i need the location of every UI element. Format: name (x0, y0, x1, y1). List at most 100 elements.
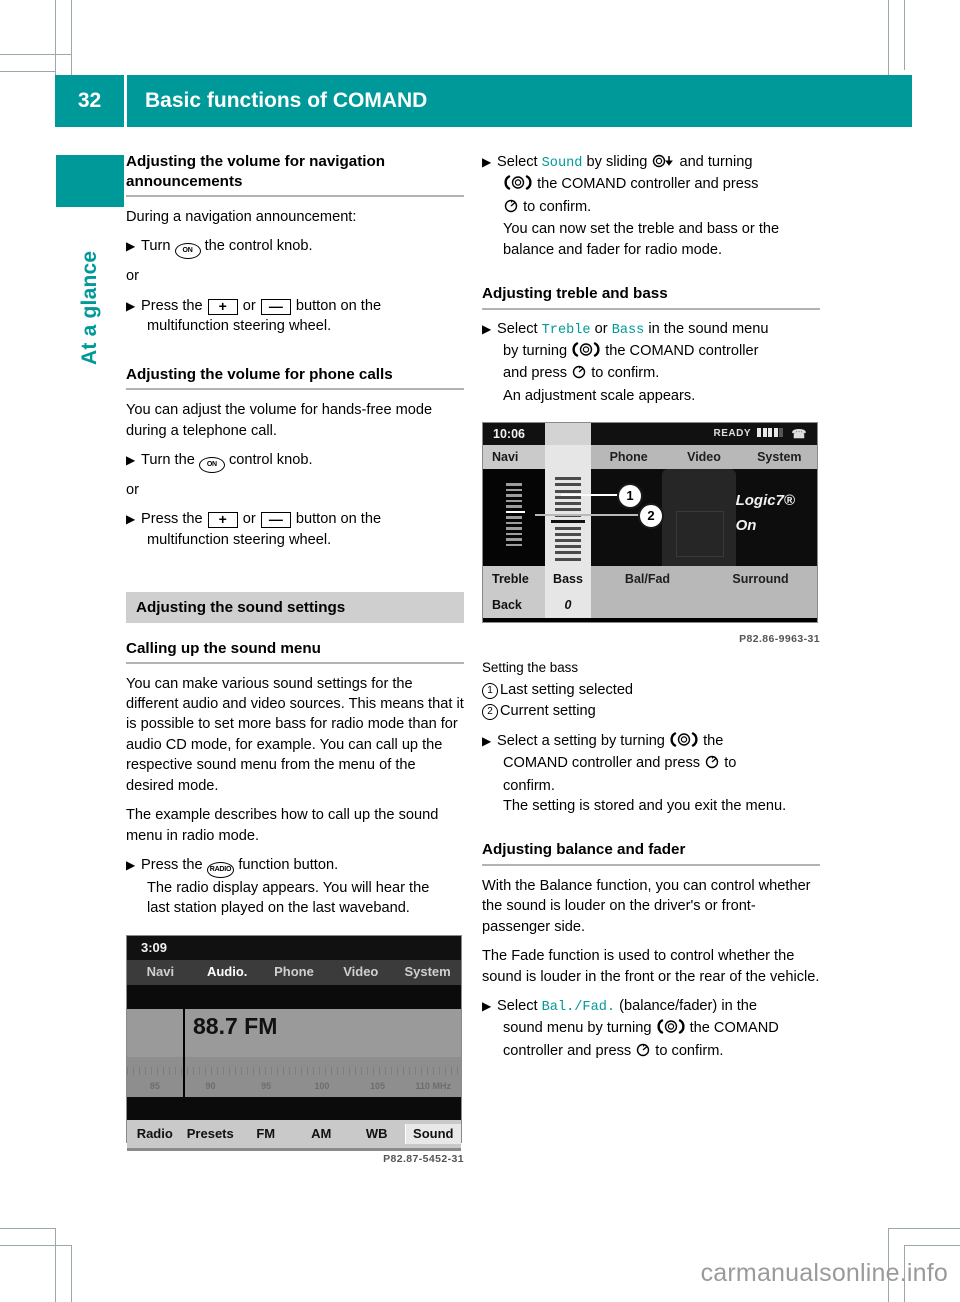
on-knob-icon: ON (198, 456, 225, 473)
step-bullet-icon: ▶ (482, 733, 492, 748)
softkey-bal-fad[interactable]: Bal/Fad (591, 569, 704, 589)
radio-softkey-fm[interactable]: FM (238, 1124, 294, 1144)
menu-term-bass: Bass (611, 322, 645, 338)
radio-frequency-band: 88.7 FM (127, 1008, 461, 1057)
radio-scale-label-3: 100 (314, 1080, 330, 1091)
step-bullet-icon: ▶ (126, 239, 136, 254)
step-turn-knob-nav: ▶ Turn ON the control knob. (126, 236, 464, 260)
radio-menu-video[interactable]: Video (327, 962, 394, 982)
chapter-tab-block (56, 155, 124, 207)
radio-softkey-am[interactable]: AM (294, 1124, 350, 1144)
step-bullet-icon: ▶ (126, 857, 136, 872)
step-line-2: sound menu by turning the COMAND (497, 1018, 820, 1040)
softkey-treble[interactable]: Treble (483, 566, 545, 593)
step-text-pre: Select a setting by turning (497, 732, 665, 749)
legend-item-1: 1 Last setting selected (482, 680, 820, 700)
step-line-2: the COMAND controller and press (497, 174, 820, 196)
sound-clock: 10:06 (483, 423, 545, 446)
page-title: Basic functions of COMAND (127, 75, 912, 127)
sound-menu-system[interactable]: System (742, 447, 817, 467)
heading-nav-volume: Adjusting the volume for navigation anno… (126, 152, 464, 197)
legend-title: Setting the bass (482, 659, 579, 675)
step-text-cont-1: The radio display appears. You will hear… (147, 879, 430, 896)
radio-button-icon: RADIO (206, 861, 235, 878)
step-line-3: and press to confirm. (497, 363, 820, 385)
softkey-surround[interactable]: Surround (704, 569, 817, 589)
treble-scale-column[interactable] (483, 469, 545, 567)
balance-paragraph-2: The Fade function is used to control whe… (482, 948, 820, 985)
step-text-or: or (242, 297, 256, 314)
softkey-back[interactable]: Back (483, 592, 545, 619)
crop-mark-bottom-left-v (55, 1228, 56, 1302)
menu-term-treble: Treble (541, 322, 591, 338)
step-text-pre: Press the (141, 511, 203, 528)
controller-turn-icon (669, 732, 699, 753)
bass-scale-column[interactable] (545, 469, 591, 567)
step-text-mid2: and turning (679, 154, 753, 170)
step-bullet-icon: ▶ (126, 298, 136, 313)
radio-softkey-wb[interactable]: WB (349, 1124, 405, 1144)
step-press-mfsw-nav: ▶ Press the + or — button on the multifu… (126, 296, 464, 337)
volume-minus-key-icon: — (260, 512, 291, 529)
radio-menu-phone[interactable]: Phone (261, 962, 328, 982)
sound-menu-video[interactable]: Video (666, 447, 741, 467)
step-text-cont4: to confirm. (591, 365, 660, 382)
softkey-bass[interactable]: Bass (545, 566, 591, 593)
step-bullet-icon: ▶ (126, 512, 136, 527)
radio-softkey-presets[interactable]: Presets (183, 1124, 239, 1144)
controller-slide-down-icon (651, 154, 675, 174)
crop-mark-bottom-left-h (0, 1228, 56, 1229)
step-text-cont4: to confirm. (655, 1042, 724, 1059)
sound-menu-phone[interactable]: Phone (591, 447, 666, 467)
radio-tuner-cursor (183, 1008, 185, 1057)
radio-frequency-value: 88.7 FM (193, 1012, 278, 1039)
crop-mark-top-right-v (888, 0, 889, 80)
radio-status-bar: 3:09 (127, 935, 461, 960)
step-text-cont3: controller and press (503, 1042, 632, 1059)
legend-text-2: Current setting (500, 703, 596, 720)
step-text-cont3: and press (503, 365, 568, 382)
radio-frequency-scale[interactable]: 85 90 95 100 105 110 MHz (127, 1056, 461, 1097)
controller-turn-icon (656, 1019, 686, 1040)
page-number: 32 (55, 75, 124, 127)
radio-menu-audio[interactable]: Audio. (194, 962, 261, 982)
sound-menu-navi[interactable]: Navi (483, 445, 545, 470)
treble-scale-ticks-icon (506, 483, 526, 553)
controller-turn-icon (503, 175, 533, 196)
radio-menu-navi[interactable]: Navi (127, 962, 194, 982)
on-knob-icon: ON (174, 243, 201, 260)
step-select-treble-bass: ▶ Select Treble or Bass in the sound men… (482, 319, 820, 407)
sound-figure-caption: P82.86-9963-31 (739, 633, 820, 646)
step-bullet-icon: ▶ (482, 321, 492, 336)
radio-softkey-bar: Radio Presets FM AM WB Sound (127, 1119, 461, 1148)
callout-1: 1 (617, 483, 643, 510)
step-bullet-icon: ▶ (482, 998, 492, 1013)
volume-plus-key-icon: + (207, 512, 238, 529)
step-select-setting: ▶ Select a setting by turning the COMAND… (482, 731, 820, 817)
step-text-cont1: by turning (503, 342, 568, 359)
sound-status-bar: 10:06 READY ☎ (483, 423, 817, 446)
controller-press-icon (571, 364, 587, 385)
sound-menu-paragraph-1: You can make various sound settings for … (126, 675, 464, 794)
step-text-cont2: to confirm. (523, 198, 592, 215)
crop-mark-top-left-v2 (71, 0, 72, 75)
crop-mark-top-right-v2 (904, 0, 905, 70)
step-line-2: by turning the COMAND controller (497, 341, 820, 363)
or-separator-2: or (126, 481, 139, 498)
radio-softkey-sound[interactable]: Sound (404, 1123, 461, 1144)
radio-scale-label-0: 85 (149, 1080, 160, 1091)
step-result-text: The setting is stored and you exit the m… (503, 798, 787, 814)
radio-menu-system[interactable]: System (394, 962, 461, 982)
step-text-cont3: confirm. (503, 777, 555, 794)
step-text-pre: Press the (141, 856, 203, 873)
radio-display-screenshot: 3:09 Navi Audio. Phone Video System 88.7… (126, 934, 462, 1151)
step-result-text: You can now set the treble and bass or t… (503, 221, 780, 258)
callout-1-leader-line (561, 494, 623, 497)
radio-softkey-radio[interactable]: Radio (127, 1124, 183, 1144)
volume-minus-key-icon: — (260, 298, 291, 315)
step-press-mfsw-phone: ▶ Press the + or — button on the multifu… (126, 509, 464, 550)
crop-mark-top-left-h2 (0, 71, 56, 72)
step-text-mid1: by sliding (586, 154, 648, 170)
radio-display-figure: 3:09 Navi Audio. Phone Video System 88.7… (126, 934, 464, 1169)
step-text-cont2: to (724, 755, 737, 772)
